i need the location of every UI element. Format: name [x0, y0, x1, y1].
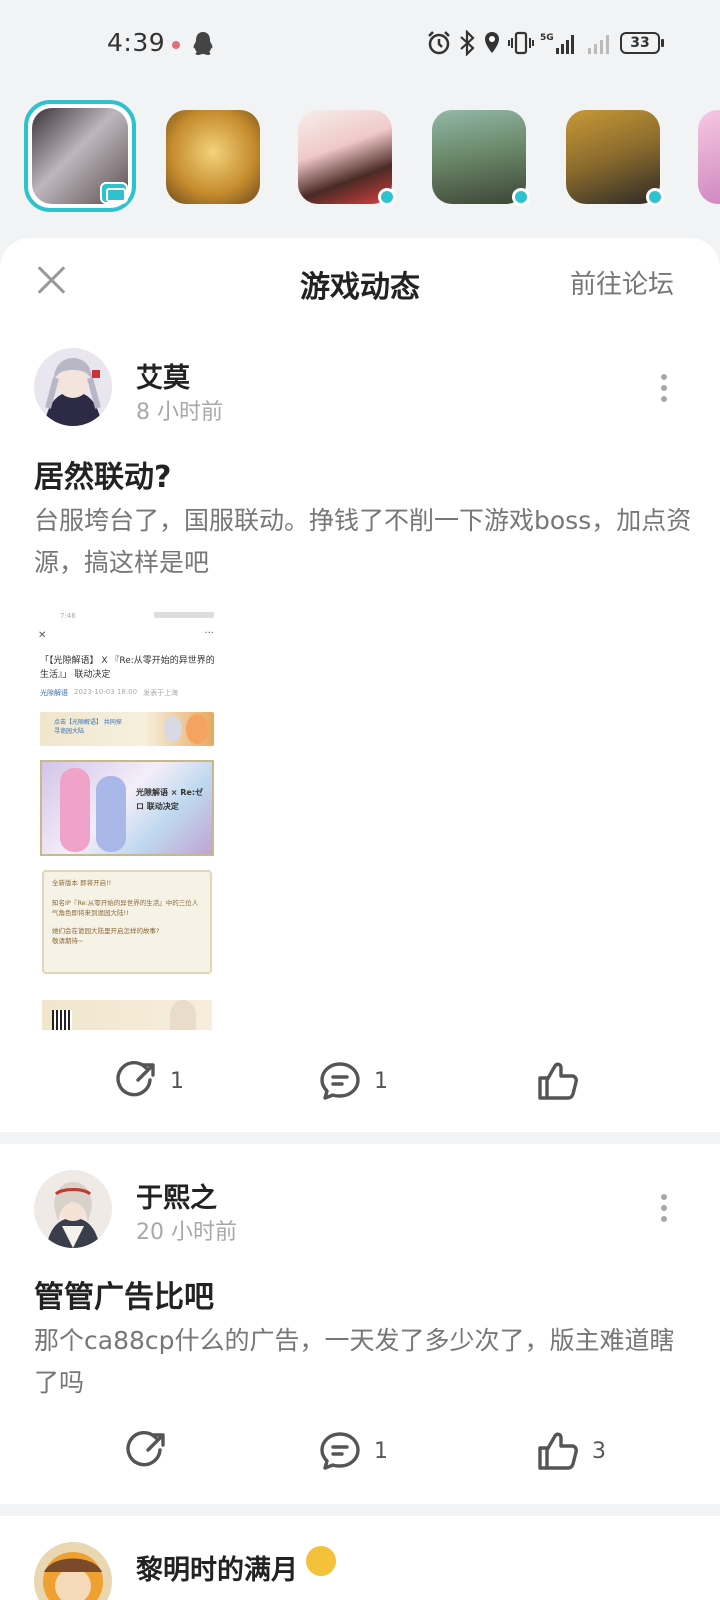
notification-dot-icon	[172, 41, 180, 49]
qr-code-icon	[52, 1010, 72, 1030]
comment-icon	[320, 1062, 360, 1100]
thumb-close-icon: ✕	[38, 630, 47, 641]
post-body: 台服垮台了，国服联动。挣钱了不削一下游戏boss，加点资源，搞这样是吧	[34, 506, 692, 577]
like-button[interactable]: 3	[536, 1430, 606, 1472]
svg-text:5G: 5G	[540, 33, 554, 43]
comment-count: 1	[374, 1068, 388, 1094]
signal-5g-icon: 5G	[540, 33, 574, 54]
author-name[interactable]: 于熙之	[136, 1176, 217, 1215]
post-image[interactable]: 7:46 ✕ ··· 「【光隙解语】 X 『Re:从零开始的异世界的生活』」 联…	[34, 608, 222, 1038]
thumb-banner-1: 点击【光隙解语】 共同探寻诡园大陆	[40, 712, 214, 746]
author-name[interactable]: 黎明时的满月	[136, 1548, 298, 1587]
alarm-icon	[428, 31, 450, 55]
sheet-header: 游戏动态 前往论坛	[0, 238, 720, 328]
post-divider	[0, 1132, 720, 1144]
status-time: 4:39	[107, 28, 166, 57]
share-button[interactable]	[126, 1430, 180, 1472]
thumb-source: 光隙解语	[40, 689, 68, 697]
comment-count: 1	[374, 1438, 388, 1464]
battery-icon: 33	[620, 32, 664, 54]
game-icon-3[interactable]	[298, 110, 396, 206]
status-bar: 4:39 5G 33	[0, 0, 720, 90]
share-count: 1	[170, 1068, 184, 1094]
thumb-date: 2023-10-03 18:00	[74, 688, 138, 696]
post-title: 居然联动?	[34, 460, 172, 495]
thumb-more-icon: ···	[204, 628, 214, 639]
post-card[interactable]: 艾莫 8 小时前 居然联动? 台服垮台了，国服联动。挣钱了不削一下游戏boss，…	[0, 338, 720, 1128]
post-body: 那个ca88cp什么的广告，一天发了多少次了，版主难道瞎了吗	[34, 1326, 675, 1397]
thumbs-up-icon	[538, 1062, 578, 1100]
like-count: 3	[592, 1438, 606, 1464]
comment-button[interactable]: 1	[318, 1060, 388, 1102]
thumbs-up-icon	[538, 1432, 578, 1470]
game-switcher-row	[0, 100, 720, 212]
online-dot-icon	[646, 188, 664, 206]
vibrate-icon	[508, 31, 534, 55]
post-time: 20 小时前	[136, 1220, 237, 1245]
thumb-status-time: 7:46	[60, 612, 76, 620]
more-options-icon[interactable]	[660, 1194, 668, 1224]
user-badge-icon	[306, 1546, 336, 1576]
avatar[interactable]	[34, 1170, 112, 1248]
like-button[interactable]	[536, 1060, 592, 1102]
thumb-location: 发表于上海	[143, 689, 179, 697]
share-icon	[116, 1060, 155, 1097]
game-icon-2[interactable]	[166, 110, 260, 204]
author-name[interactable]: 艾莫	[136, 356, 190, 395]
more-options-icon[interactable]	[660, 374, 668, 404]
post-action-bar: 1 3	[0, 1430, 720, 1490]
signal-secondary-icon	[588, 35, 609, 54]
avatar[interactable]	[34, 348, 112, 426]
game-icon-6[interactable]	[698, 110, 720, 204]
bluetooth-icon	[460, 30, 475, 56]
thumb-banner-2: 光隙解语 × Re:ゼロ 联动决定	[40, 760, 214, 856]
location-icon	[485, 32, 499, 53]
post-time: 8 小时前	[136, 400, 223, 425]
online-dot-icon	[512, 188, 530, 206]
game-feed-sheet: 游戏动态 前往论坛 艾莫 8 小时前 居然联动? 台服垮台了，国服联动。挣钱了不…	[0, 238, 720, 1600]
post-card[interactable]: 于熙之 20 小时前 管管广告比吧 那个ca88cp什么的广告，一天发了多少次了…	[0, 1144, 720, 1500]
thumb-headline: 「【光隙解语】 X 『Re:从零开始的异世界的生活』」 联动决定	[40, 656, 215, 680]
share-button[interactable]: 1	[116, 1060, 184, 1102]
share-icon	[126, 1430, 165, 1467]
game-icon-selected[interactable]	[24, 100, 136, 212]
avatar[interactable]	[34, 1542, 112, 1600]
post-divider	[0, 1504, 720, 1516]
comment-icon	[320, 1432, 360, 1470]
status-icons: 5G 33	[426, 30, 664, 56]
bilibili-badge-icon	[100, 182, 128, 204]
post-action-bar: 1 1	[0, 1060, 720, 1120]
qq-notification-icon	[192, 31, 214, 61]
online-dot-icon	[378, 188, 396, 206]
thumb-notice: 全新版本 即将开启!! 知名IP『Re:从零开始的异世界的生活』中的三位人气角色…	[42, 870, 212, 974]
game-icon-5[interactable]	[566, 110, 664, 206]
post-title: 管管广告比吧	[34, 1280, 214, 1315]
go-to-forum-link[interactable]: 前往论坛	[570, 264, 674, 301]
game-icon-4[interactable]	[432, 110, 530, 206]
post-card[interactable]: 黎明时的满月	[0, 1516, 720, 1600]
thumb-footer-banner	[42, 1000, 212, 1030]
thumb-status-icons	[154, 612, 214, 618]
comment-button[interactable]: 1	[318, 1430, 388, 1472]
